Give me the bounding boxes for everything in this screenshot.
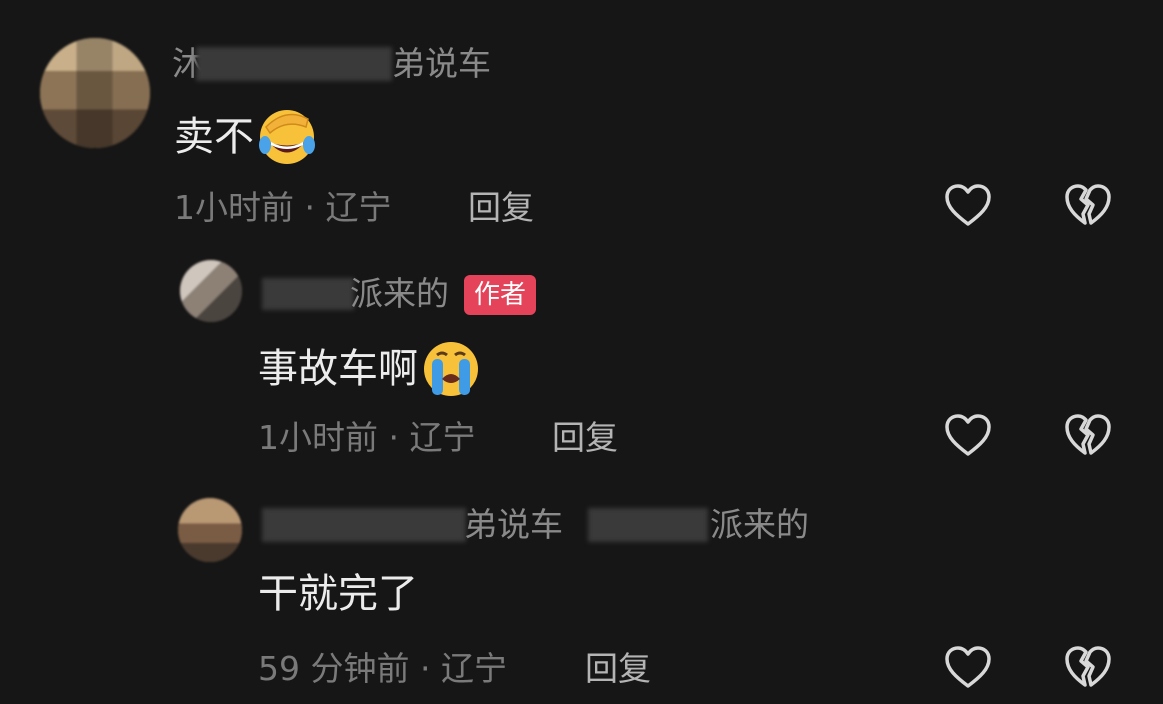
like-button[interactable] (942, 410, 994, 462)
comment-list: 沐 弟说车 卖不 1小时前 · 辽宁 回复 派来的 作者 事故车啊 1小时前 ·… (0, 0, 1163, 704)
meta-separator: · (388, 418, 400, 457)
comment-text: 干就完了 (258, 571, 418, 617)
comment-text: 卖不 (174, 108, 318, 170)
like-button[interactable] (942, 642, 994, 694)
heart-outline-icon (945, 414, 991, 456)
comment-text-body: 事故车啊 (258, 346, 418, 392)
reply-button[interactable]: 回复 (552, 418, 618, 458)
comment-author-suffix[interactable]: 弟说车 (392, 44, 491, 84)
comment-text-body: 卖不 (174, 114, 254, 160)
dislike-button[interactable] (1062, 410, 1114, 462)
meta-separator: · (304, 188, 316, 227)
like-button[interactable] (942, 180, 994, 232)
broken-heart-icon (1065, 184, 1111, 225)
comment-time: 1小时前 (174, 188, 294, 227)
censored-name-mosaic (262, 508, 466, 542)
comment-time: 59 分钟前 (258, 649, 410, 688)
reply-target-suffix[interactable]: 派来的 (710, 505, 809, 545)
reply-button[interactable]: 回复 (585, 649, 651, 689)
censored-name-mosaic (262, 278, 354, 310)
comment-text: 事故车啊 (258, 340, 482, 402)
meta-separator: · (419, 649, 431, 688)
loudly-crying-emoji (424, 342, 478, 396)
avatar[interactable] (178, 498, 242, 562)
avatar[interactable] (40, 38, 150, 148)
comment-meta: 1小时前 · 辽宁 (258, 418, 476, 458)
dislike-button[interactable] (1062, 642, 1114, 694)
comment-meta: 59 分钟前 · 辽宁 (258, 649, 507, 689)
reply-button[interactable]: 回复 (468, 188, 534, 228)
dislike-button[interactable] (1062, 180, 1114, 232)
comment-author-suffix[interactable]: 派来的 (350, 274, 449, 314)
comment-meta: 1小时前 · 辽宁 (174, 188, 392, 228)
censored-name-mosaic (196, 47, 392, 81)
comment-time: 1小时前 (258, 418, 378, 457)
broken-heart-icon (1065, 646, 1111, 687)
heart-outline-icon (945, 184, 991, 226)
heart-outline-icon (945, 646, 991, 688)
comment-location: 辽宁 (440, 649, 507, 688)
face-palm-laughing-emoji (259, 110, 315, 164)
censored-name-mosaic (588, 508, 708, 542)
comment-author-suffix[interactable]: 弟说车 (464, 505, 563, 545)
avatar[interactable] (180, 260, 242, 322)
comment-location: 辽宁 (325, 188, 392, 227)
author-badge: 作者 (464, 275, 537, 315)
comment-location: 辽宁 (409, 418, 476, 457)
broken-heart-icon (1065, 414, 1111, 455)
